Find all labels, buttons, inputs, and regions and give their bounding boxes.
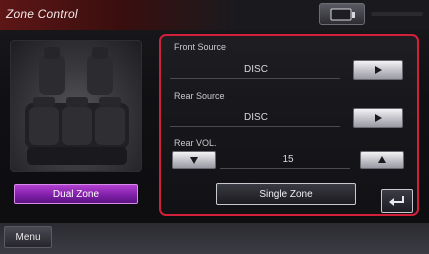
triangle-up-icon xyxy=(378,156,386,163)
rear-vol-divider xyxy=(220,168,350,169)
front-source-value: DISC xyxy=(244,64,268,75)
screen: Zone Control Dual Zone Front Source DISC… xyxy=(0,0,429,254)
dual-zone-button[interactable]: Dual Zone xyxy=(14,184,138,204)
rear-source-value: DISC xyxy=(244,112,268,123)
top-function-button[interactable] xyxy=(319,3,365,25)
dual-zone-label: Dual Zone xyxy=(52,188,100,200)
front-source-label: Front Source xyxy=(174,42,227,52)
rear-source-label: Rear Source xyxy=(174,91,225,101)
menu-label: Menu xyxy=(15,231,41,243)
top-status-bar xyxy=(371,12,423,16)
play-right-icon xyxy=(375,114,382,122)
footer-bar xyxy=(0,223,429,254)
triangle-down-icon xyxy=(190,157,198,164)
play-right-icon xyxy=(375,66,382,74)
rear-source-next-button[interactable] xyxy=(353,108,403,128)
seat-illustration xyxy=(10,40,142,172)
back-button[interactable] xyxy=(381,189,413,213)
front-source-next-button[interactable] xyxy=(353,60,403,80)
car-seats-icon xyxy=(25,47,129,165)
return-arrow-icon xyxy=(389,196,404,206)
rear-vol-up-button[interactable] xyxy=(360,151,404,169)
single-zone-button[interactable]: Single Zone xyxy=(216,183,356,205)
rear-vol-label: Rear VOL. xyxy=(174,138,217,148)
display-icon xyxy=(330,8,355,21)
screen-title: Zone Control xyxy=(6,7,78,21)
rear-source-divider xyxy=(170,126,340,127)
menu-button[interactable]: Menu xyxy=(4,226,52,248)
rear-vol-down-button[interactable] xyxy=(172,151,216,169)
single-zone-label: Single Zone xyxy=(259,188,313,200)
front-source-divider xyxy=(170,78,340,79)
rear-vol-value: 15 xyxy=(282,154,294,165)
header-bar: Zone Control xyxy=(0,0,429,30)
